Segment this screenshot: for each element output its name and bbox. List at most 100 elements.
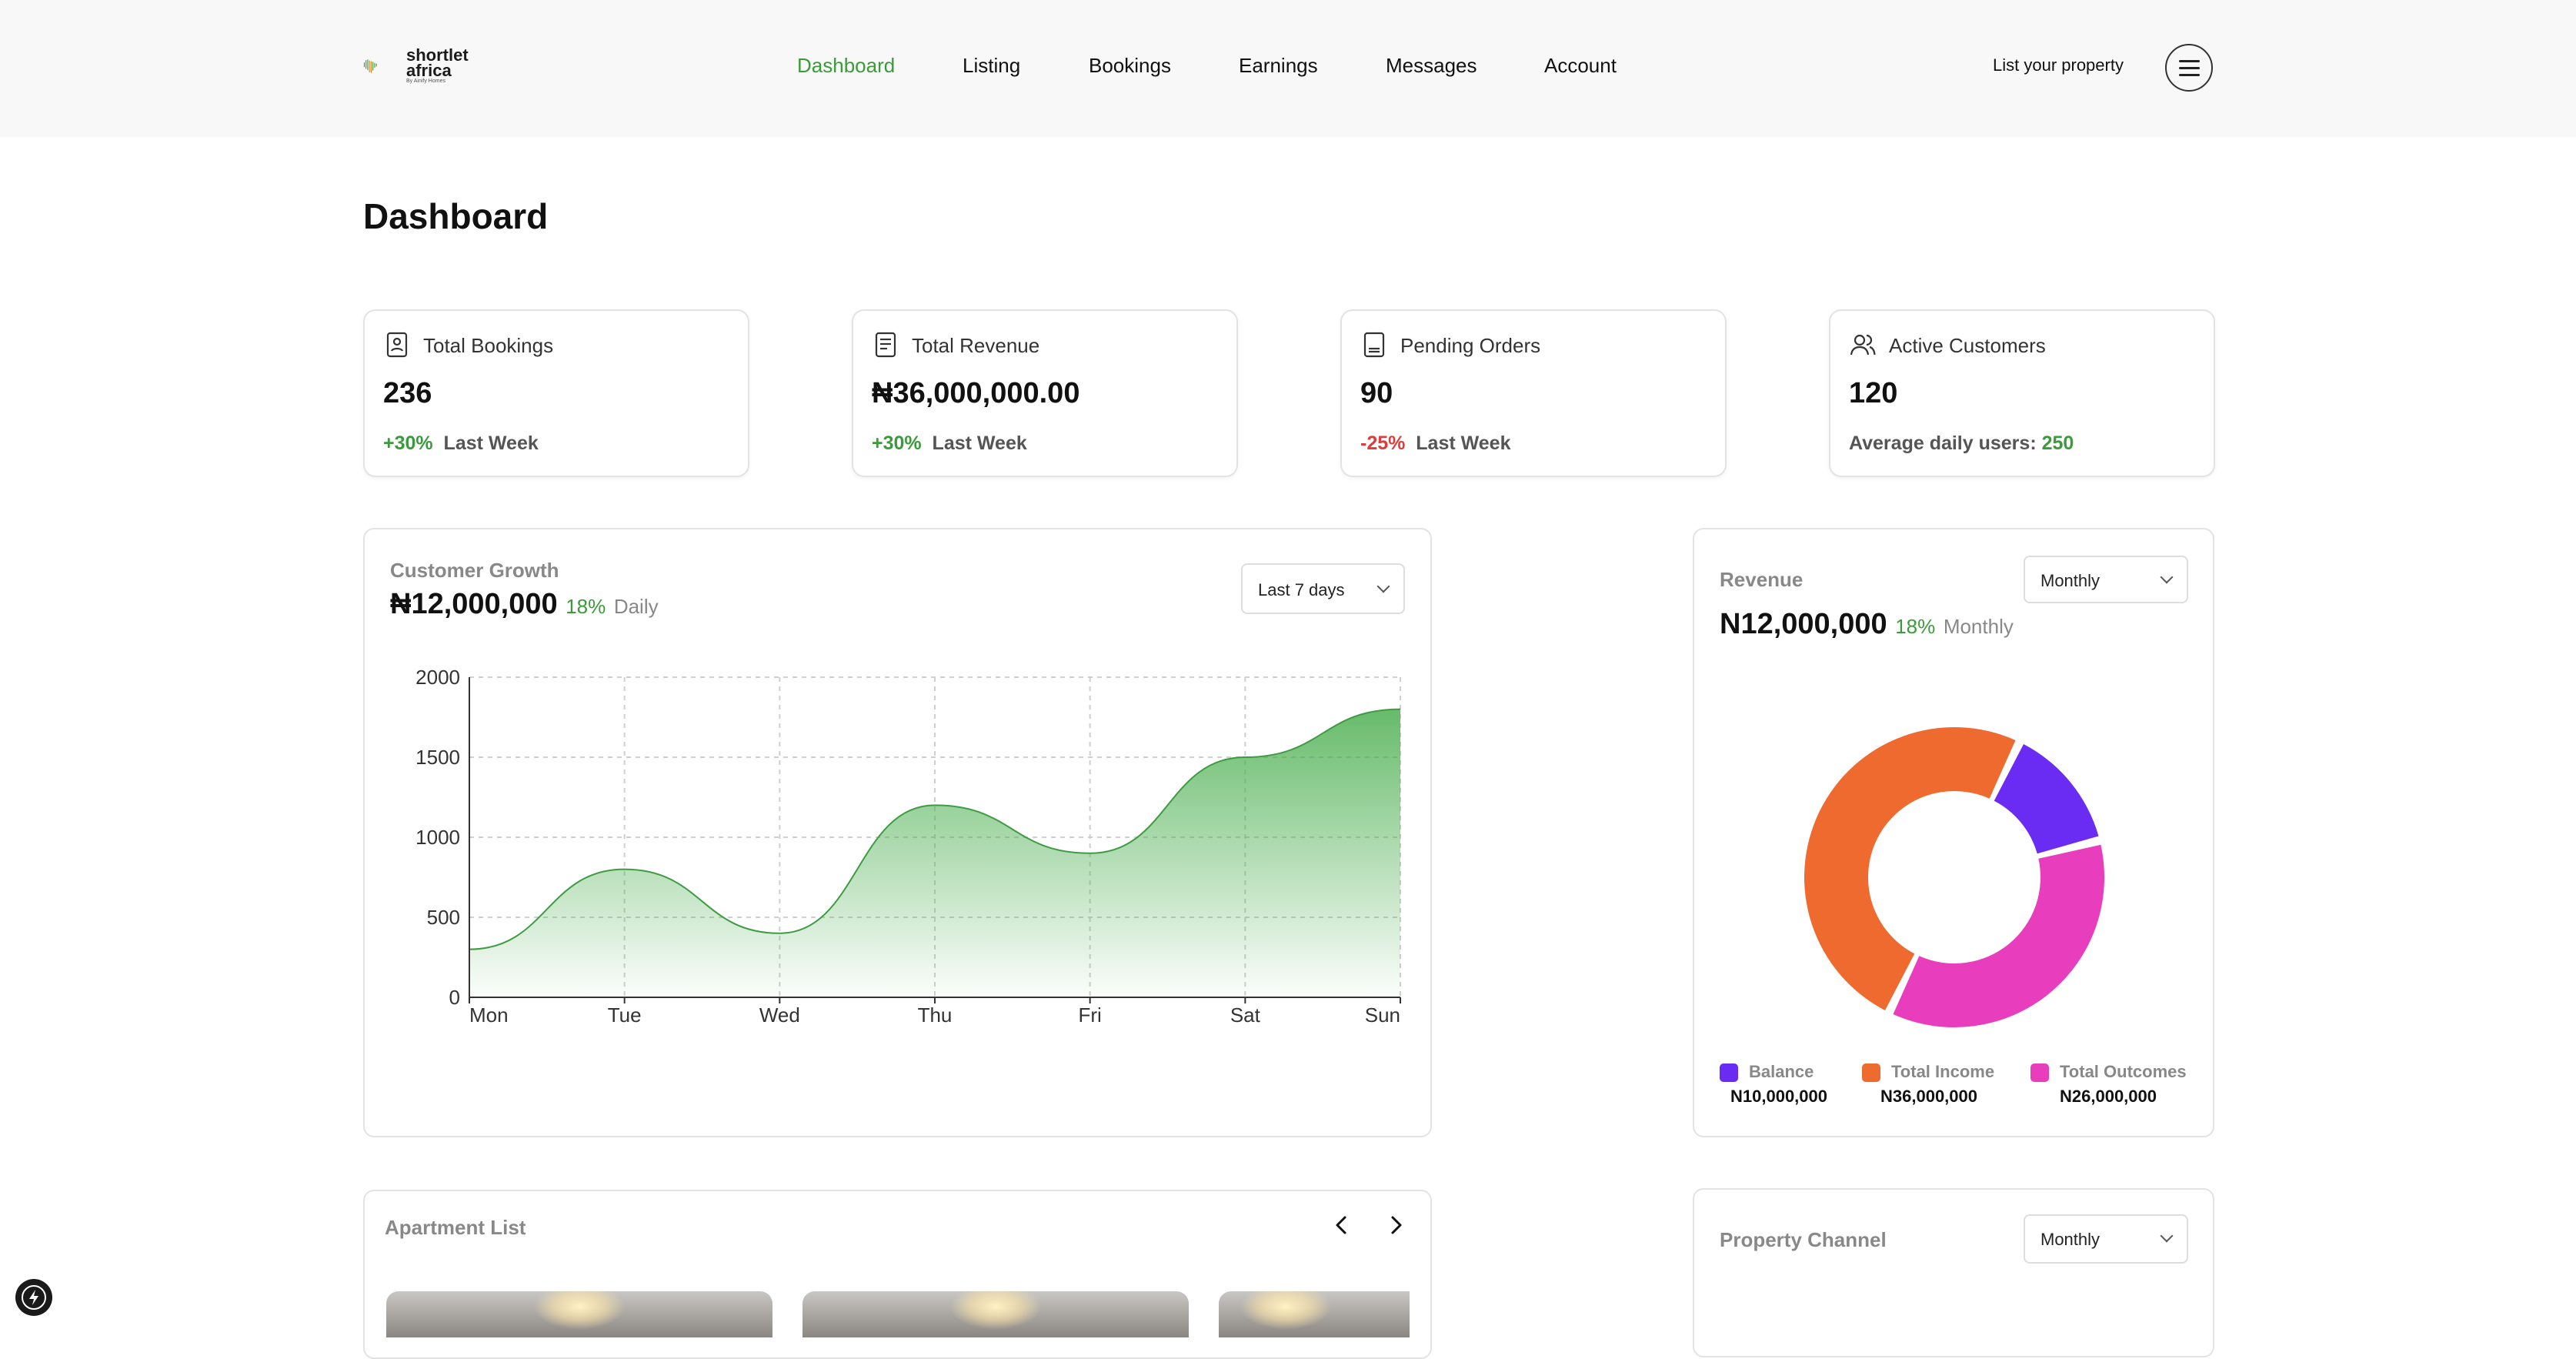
- x-tick-label: Thu: [918, 1003, 953, 1027]
- chevron-left-icon[interactable]: [1326, 1210, 1357, 1240]
- revenue-title: Revenue: [1720, 568, 1803, 592]
- apartment-thumbnail[interactable]: [386, 1291, 772, 1337]
- stat-change: +30%: [872, 432, 922, 454]
- stat-value: 236: [383, 377, 432, 410]
- quick-action-button[interactable]: [15, 1279, 52, 1316]
- nav-dashboard[interactable]: Dashboard: [797, 54, 895, 78]
- apartment-thumbnail[interactable]: [1219, 1291, 1410, 1337]
- nav-messages[interactable]: Messages: [1386, 54, 1477, 78]
- apartment-thumbnail[interactable]: [802, 1291, 1189, 1337]
- stat-footer-label: Average daily users:: [1849, 432, 2037, 454]
- ceiling-light: [533, 1291, 626, 1330]
- x-tick-label: Sat: [1230, 1003, 1261, 1027]
- revenue-period: Monthly: [1944, 615, 2014, 638]
- logo-wordmark: shortlet africa: [406, 48, 469, 78]
- revenue-value: N12,000,000 18% Monthly: [1720, 608, 2014, 641]
- list-your-property-link[interactable]: List your property: [1993, 55, 2124, 75]
- revenue-percent: 18%: [1895, 615, 1935, 638]
- menu-button[interactable]: [2165, 44, 2213, 92]
- document-icon: [872, 331, 899, 359]
- stat-footer: +30% Last Week: [872, 432, 1027, 455]
- legend-label: Balance: [1749, 1062, 1814, 1082]
- stat-label: Active Customers: [1889, 334, 2046, 358]
- customer-growth-percent: 18%: [566, 595, 606, 618]
- stat-value: ₦36,000,000.00: [872, 377, 1079, 410]
- x-tick-label: Mon: [469, 1003, 509, 1027]
- legend-amount: N36,000,000: [1880, 1087, 1977, 1107]
- x-tick-label: Fri: [1079, 1003, 1102, 1027]
- stat-change: -25%: [1360, 432, 1405, 454]
- receipt-icon: [1360, 331, 1388, 359]
- hamburger-menu-icon-line: [2179, 67, 2200, 69]
- apartment-list-title: Apartment List: [385, 1216, 526, 1240]
- property-channel-panel: [1693, 1188, 2214, 1357]
- customer-growth-range-select[interactable]: Last 7 days: [1241, 563, 1405, 614]
- stat-footer-value: 250: [2042, 432, 2074, 454]
- stat-card-pending-orders: Pending Orders 90 -25% Last Week: [1340, 309, 1727, 477]
- revenue-select-value: Monthly: [2040, 571, 2100, 591]
- nav-earnings[interactable]: Earnings: [1239, 54, 1318, 78]
- chevron-down-icon: [2161, 571, 2174, 584]
- customer-growth-amount: ₦12,000,000: [390, 588, 558, 620]
- nav-bookings[interactable]: Bookings: [1089, 54, 1171, 78]
- legend-swatch-outcomes: [2030, 1063, 2049, 1082]
- logo-text-line-2: africa: [406, 63, 469, 78]
- contact-book-icon: [383, 331, 411, 359]
- legend-swatch-income: [1862, 1063, 1880, 1082]
- legend-label: Total Income: [1891, 1062, 1994, 1082]
- revenue-period-select[interactable]: Monthly: [2024, 556, 2188, 603]
- x-tick-label: Tue: [608, 1003, 642, 1027]
- stat-card-active-customers: Active Customers 120 Average daily users…: [1829, 309, 2215, 477]
- stat-footer: Average daily users: 250: [1849, 432, 2074, 455]
- stat-card-total-revenue: Total Revenue ₦36,000,000.00 +30% Last W…: [852, 309, 1238, 477]
- shortlet-africa-logo[interactable]: [363, 46, 406, 86]
- chevron-down-icon: [1377, 580, 1390, 593]
- property-channel-select-value: Monthly: [2040, 1230, 2100, 1250]
- chevron-down-icon: [2161, 1230, 2174, 1243]
- chevron-right-icon[interactable]: [1380, 1210, 1411, 1240]
- ceiling-light: [949, 1291, 1042, 1330]
- revenue-donut-chart: [1793, 716, 2116, 1039]
- page-title: Dashboard: [363, 195, 548, 237]
- stat-label: Pending Orders: [1400, 334, 1540, 358]
- range-select-value: Last 7 days: [1258, 580, 1345, 600]
- legend-swatch-balance: [1720, 1063, 1738, 1082]
- slice-balance[interactable]: [1994, 744, 2099, 853]
- customer-growth-title: Customer Growth: [390, 559, 559, 583]
- lightning-icon: [15, 1279, 52, 1316]
- logo-subtitle: By Ainify Homes: [406, 78, 445, 84]
- stat-period: Last Week: [1416, 432, 1510, 454]
- customer-growth-period: Daily: [614, 595, 659, 618]
- nav-account[interactable]: Account: [1544, 54, 1617, 78]
- y-tick-label: 500: [427, 906, 460, 929]
- y-tick-label: 2000: [415, 666, 460, 689]
- stat-footer: -25% Last Week: [1360, 432, 1511, 455]
- customer-growth-value: ₦12,000,000 18% Daily: [390, 588, 659, 621]
- customer-growth-chart: 0 500 1000 1500 2000 Mon Tue Wed Thu Fri Sat Sun: [408, 662, 1423, 1031]
- users-icon: [1849, 331, 1877, 359]
- y-tick-label: 0: [449, 986, 460, 1009]
- legend-label: Total Outcomes: [2060, 1062, 2187, 1082]
- hamburger-menu-icon-line: [2179, 74, 2200, 76]
- revenue-amount: N12,000,000: [1720, 608, 1887, 640]
- y-tick-label: 1500: [415, 746, 460, 769]
- stat-card-total-bookings: Total Bookings 236 +30% Last Week: [363, 309, 749, 477]
- x-tick-label: Wed: [759, 1003, 800, 1027]
- hamburger-menu-icon: [2179, 60, 2200, 62]
- top-navigation-bar: shortlet africa By Ainify Homes Dashboar…: [0, 0, 2576, 137]
- stat-label: Total Revenue: [912, 334, 1039, 358]
- legend-amount: N10,000,000: [1730, 1087, 1827, 1107]
- stat-change: +30%: [383, 432, 433, 454]
- x-tick-label: Sun: [1365, 1003, 1400, 1027]
- stat-value: 90: [1360, 377, 1393, 410]
- stat-period: Last Week: [933, 432, 1027, 454]
- stat-footer: +30% Last Week: [383, 432, 539, 455]
- stat-period: Last Week: [444, 432, 539, 454]
- property-channel-select[interactable]: Monthly: [2024, 1214, 2188, 1264]
- stat-value: 120: [1849, 377, 1897, 410]
- y-tick-label: 1000: [415, 826, 460, 849]
- nav-listing[interactable]: Listing: [963, 54, 1020, 78]
- slice-total-outcomes[interactable]: [1893, 845, 2104, 1027]
- legend-amount: N26,000,000: [2060, 1087, 2157, 1107]
- stat-label: Total Bookings: [423, 334, 553, 358]
